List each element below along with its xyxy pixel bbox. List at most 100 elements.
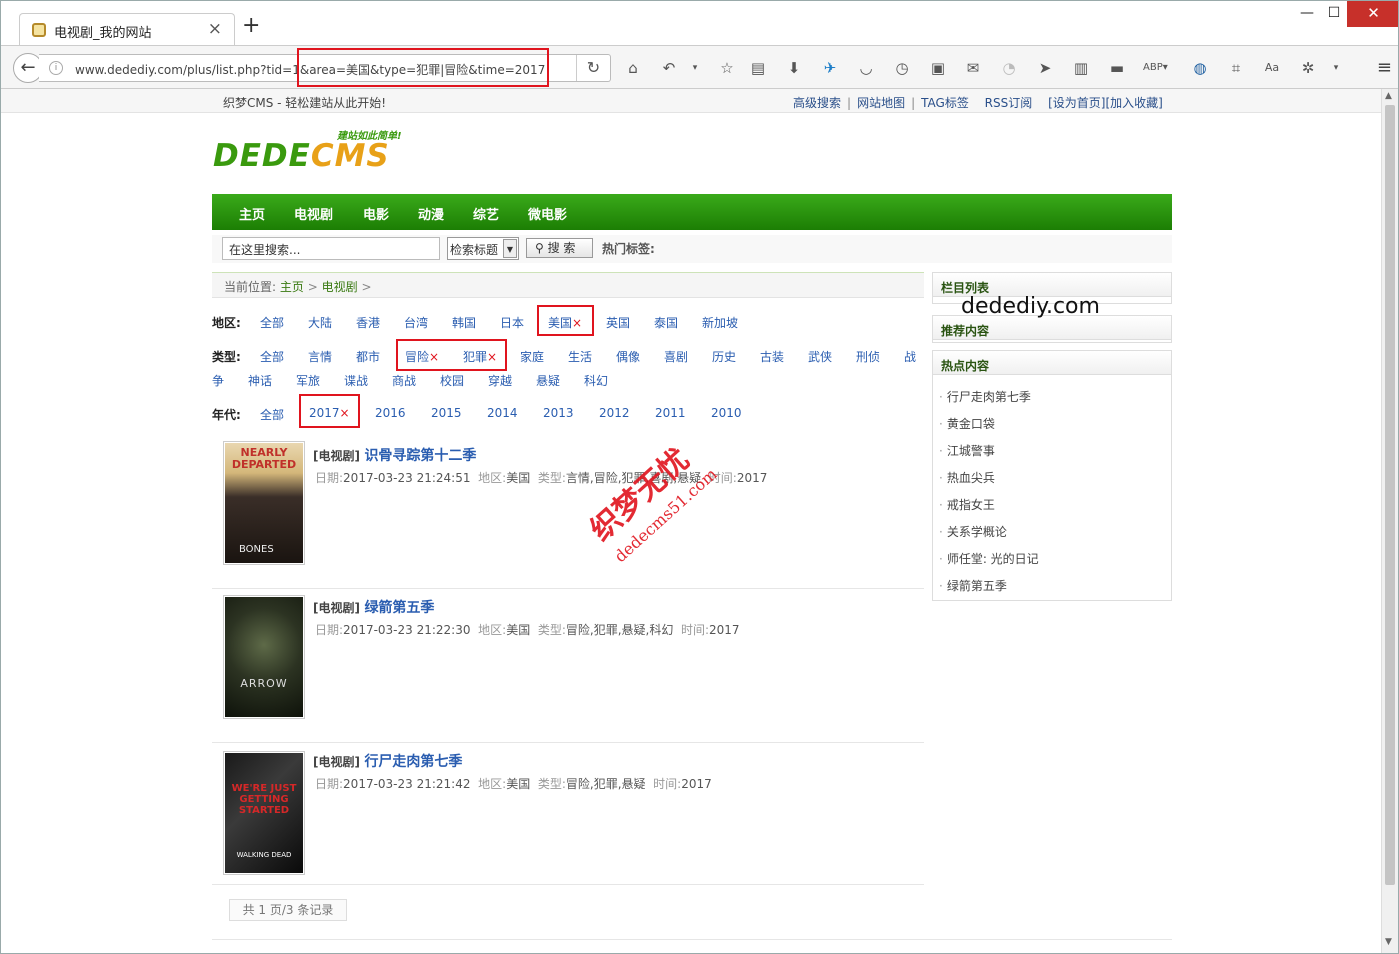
mail-icon[interactable]: ✉ xyxy=(963,57,983,79)
url-text[interactable]: www.dedediy.com/plus/list.php?tid=1&area… xyxy=(75,61,545,78)
filter-type-comedy[interactable]: 喜剧 xyxy=(664,348,688,365)
hot-item[interactable]: 行尸走肉第七季 xyxy=(939,388,1031,405)
link-sitemap[interactable]: 网站地图 xyxy=(857,96,905,110)
filter-type-war-part2[interactable]: 争 xyxy=(212,372,224,389)
filter-area-all[interactable]: 全部 xyxy=(260,314,284,331)
filter-time-2011[interactable]: 2011 xyxy=(655,406,686,420)
hamburger-menu-icon[interactable]: ≡ xyxy=(1377,57,1392,78)
link-rss[interactable]: RSS订阅 xyxy=(985,96,1033,110)
undo-icon[interactable]: ↶ xyxy=(659,57,679,79)
adblock-icon[interactable]: ABP▾ xyxy=(1143,57,1168,79)
overflow-arrow-icon[interactable]: ▾ xyxy=(1326,57,1346,79)
poster-image[interactable]: ARROW xyxy=(223,595,305,719)
remove-filter-icon[interactable]: × xyxy=(340,406,350,420)
scroll-up-icon[interactable]: ▲ xyxy=(1385,91,1392,101)
filter-type-myth[interactable]: 神话 xyxy=(248,372,272,389)
poster-image[interactable]: WE'RE JUST GETTING STARTED WALKING DEAD xyxy=(223,751,305,875)
home-icon[interactable]: ⌂ xyxy=(623,57,643,79)
send-icon[interactable]: ➤ xyxy=(1035,57,1055,79)
download-icon[interactable]: ⬇ xyxy=(784,57,804,79)
crop-icon[interactable]: ⌗ xyxy=(1226,57,1246,79)
pocket-icon[interactable]: ◡ xyxy=(856,57,876,79)
rss-icon[interactable]: ◔ xyxy=(999,57,1019,79)
filter-time-2017[interactable]: 2017× xyxy=(309,406,350,420)
filter-type-campus[interactable]: 校园 xyxy=(440,372,464,389)
reader-icon[interactable]: ▣ xyxy=(928,57,948,79)
filter-type-urban[interactable]: 都市 xyxy=(356,348,380,365)
filter-area-taiwan[interactable]: 台湾 xyxy=(404,314,428,331)
bird-icon[interactable]: ✈ xyxy=(820,57,840,79)
filter-type-all[interactable]: 全部 xyxy=(260,348,284,365)
filter-type-crime[interactable]: 犯罪× xyxy=(463,348,497,365)
hot-item[interactable]: 戒指女王 xyxy=(939,496,995,513)
dropdown-arrow-icon[interactable]: ▾ xyxy=(685,57,705,79)
translate-icon[interactable]: Aa xyxy=(1262,57,1282,79)
filter-area-uk[interactable]: 英国 xyxy=(606,314,630,331)
filter-type-life[interactable]: 生活 xyxy=(568,348,592,365)
nav-item-home[interactable]: 主页 xyxy=(239,204,265,223)
sidebar-toggle-icon[interactable]: ▥ xyxy=(1071,57,1091,79)
filter-area-japan[interactable]: 日本 xyxy=(500,314,524,331)
filter-area-mainland[interactable]: 大陆 xyxy=(308,314,332,331)
history-icon[interactable]: ◷ xyxy=(892,57,912,79)
hot-item[interactable]: 黄金口袋 xyxy=(939,415,995,432)
filter-type-history[interactable]: 历史 xyxy=(712,348,736,365)
filter-area-thailand[interactable]: 泰国 xyxy=(654,314,678,331)
filter-type-adventure[interactable]: 冒险× xyxy=(405,348,439,365)
filter-type-mystery[interactable]: 悬疑 xyxy=(536,372,560,389)
search-input[interactable]: 在这里搜索... xyxy=(222,237,440,260)
filter-time-all[interactable]: 全部 xyxy=(260,406,284,423)
link-advanced-search[interactable]: 高级搜索 xyxy=(793,96,841,110)
scroll-down-icon[interactable]: ▼ xyxy=(1385,937,1392,947)
hot-item[interactable]: 绿箭第五季 xyxy=(939,577,1007,594)
filter-type-time-travel[interactable]: 穿越 xyxy=(488,372,512,389)
folder-icon[interactable]: ▬ xyxy=(1107,57,1127,79)
breadcrumb-tv[interactable]: 电视剧 xyxy=(322,280,358,294)
globe-icon[interactable]: ◍ xyxy=(1190,57,1210,79)
link-set-home[interactable]: [设为首页] xyxy=(1048,96,1105,110)
bookmark-star-icon[interactable]: ☆ xyxy=(717,57,737,79)
new-tab-icon[interactable]: + xyxy=(242,15,260,37)
filter-type-costume[interactable]: 古装 xyxy=(760,348,784,365)
filter-type-business[interactable]: 商战 xyxy=(392,372,416,389)
movie-category[interactable]: [电视剧] xyxy=(313,601,360,615)
vertical-scrollbar[interactable]: ▲ ▼ xyxy=(1381,89,1398,953)
nav-item-anime[interactable]: 动漫 xyxy=(418,204,444,223)
filter-time-2014[interactable]: 2014 xyxy=(487,406,518,420)
filter-time-2016[interactable]: 2016 xyxy=(375,406,406,420)
search-type-select[interactable]: 检索标题 ▼ xyxy=(447,237,519,260)
filter-area-usa[interactable]: 美国× xyxy=(548,314,582,331)
nav-item-variety[interactable]: 综艺 xyxy=(473,204,499,223)
remove-filter-icon[interactable]: × xyxy=(487,350,497,364)
filter-type-war-part1[interactable]: 战 xyxy=(904,348,916,365)
nav-item-movie[interactable]: 电影 xyxy=(363,204,389,223)
filter-type-idol[interactable]: 偶像 xyxy=(616,348,640,365)
nav-item-tv[interactable]: 电视剧 xyxy=(294,204,333,223)
close-tab-icon[interactable]: × xyxy=(208,19,222,39)
filter-time-2015[interactable]: 2015 xyxy=(431,406,462,420)
filter-time-2012[interactable]: 2012 xyxy=(599,406,630,420)
reading-list-icon[interactable]: ▤ xyxy=(748,57,768,79)
hot-item[interactable]: 关系学概论 xyxy=(939,523,1007,540)
movie-title-link[interactable]: 绿箭第五季 xyxy=(364,600,434,616)
reload-icon[interactable]: ↻ xyxy=(576,55,610,81)
filter-type-spy[interactable]: 谍战 xyxy=(344,372,368,389)
scrollbar-thumb[interactable] xyxy=(1385,105,1395,885)
link-add-favorite[interactable]: [加入收藏] xyxy=(1105,96,1162,110)
movie-category[interactable]: [电视剧] xyxy=(313,449,360,463)
filter-type-military[interactable]: 军旅 xyxy=(296,372,320,389)
link-tags[interactable]: TAG标签 xyxy=(921,96,969,110)
filter-area-hongkong[interactable]: 香港 xyxy=(356,314,380,331)
address-bar[interactable]: i www.dedediy.com/plus/list.php?tid=1&ar… xyxy=(39,54,611,82)
movie-title-link[interactable]: 识骨寻踪第十二季 xyxy=(364,448,476,464)
filter-type-romance[interactable]: 言情 xyxy=(308,348,332,365)
poster-image[interactable]: NEARLY DEPARTED BONES xyxy=(223,441,305,565)
hot-item[interactable]: 师任堂: 光的日记 xyxy=(939,550,1039,567)
filter-type-wuxia[interactable]: 武侠 xyxy=(808,348,832,365)
browser-tab[interactable]: 电视剧_我的网站 × xyxy=(19,13,235,45)
search-button[interactable]: ⚲ 搜 索 xyxy=(526,238,593,258)
filter-area-korea[interactable]: 韩国 xyxy=(452,314,476,331)
movie-title-link[interactable]: 行尸走肉第七季 xyxy=(364,754,462,770)
filter-area-singapore[interactable]: 新加坡 xyxy=(702,314,738,331)
remove-filter-icon[interactable]: × xyxy=(572,316,582,330)
